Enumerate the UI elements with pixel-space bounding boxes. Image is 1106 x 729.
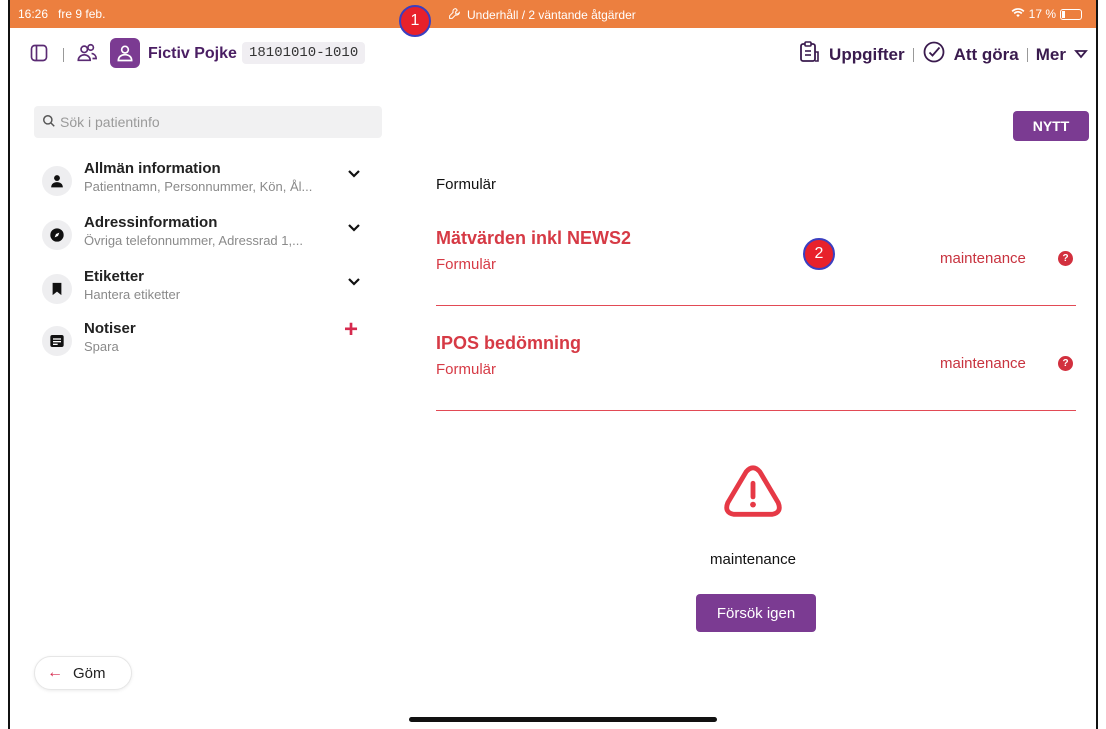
add-notice-button[interactable]: + — [344, 316, 358, 344]
compass-icon — [42, 220, 72, 250]
sidebar-item-subtitle: Övriga telefonnummer, Adressrad 1,... — [84, 233, 303, 248]
status-date: fre 9 feb. — [58, 7, 106, 21]
hide-sidebar-button[interactable]: ← Göm — [34, 656, 132, 690]
annotation-marker: 1 — [399, 5, 431, 37]
header-divider — [63, 48, 64, 62]
help-icon[interactable]: ? — [1058, 356, 1073, 371]
person-icon — [42, 166, 72, 196]
sidebar-item-title: Etiketter — [84, 268, 145, 285]
status-bar: 16:26 fre 9 feb. Underhåll / 2 väntande … — [10, 0, 1096, 28]
group-icon[interactable] — [74, 40, 100, 66]
status-right: 17 % — [1011, 7, 1082, 21]
form-subtitle: Formulär — [436, 256, 497, 273]
tasks-link[interactable]: Uppgifter — [829, 45, 905, 65]
warning-icon — [724, 465, 782, 517]
sidebar-item-subtitle: Patientnamn, Personnummer, Kön, Ål... — [84, 179, 313, 194]
patient-id: 18101010-1010 — [242, 42, 366, 64]
sidebar-toggle-icon[interactable] — [26, 40, 52, 66]
patient-name[interactable]: Fictiv Pojke — [148, 45, 237, 63]
sidebar-item-title: Notiser — [84, 320, 136, 337]
form-status: maintenance — [940, 250, 1026, 267]
search-icon — [42, 114, 56, 131]
chevron-down-icon[interactable] — [346, 166, 362, 182]
maintenance-text: Underhåll / 2 väntande åtgärder — [467, 8, 636, 22]
home-indicator[interactable] — [409, 717, 717, 722]
form-subtitle: Formulär — [436, 361, 497, 378]
sidebar-item-title: Allmän information — [84, 160, 221, 177]
clipboard-icon[interactable] — [797, 40, 821, 69]
form-row[interactable]: Mätvärden inkl NEWS2 Formulär maintenanc… — [436, 228, 1076, 306]
note-icon — [42, 326, 72, 356]
wifi-icon — [1011, 7, 1025, 21]
wrench-icon — [448, 7, 461, 23]
new-form-button[interactable]: NYTT — [1013, 111, 1089, 141]
todo-link[interactable]: Att göra — [954, 45, 1019, 65]
header-divider — [1026, 47, 1028, 62]
sidebar-item-labels[interactable]: Etiketter Hantera etiketter — [34, 268, 374, 318]
header-actions: Uppgifter Att göra Mer — [797, 40, 1088, 69]
app-header: Fictiv Pojke 18101010-1010 Uppgifter Att… — [10, 28, 1096, 86]
form-title: Mätvärden inkl NEWS2 — [436, 228, 632, 248]
battery-icon — [1060, 8, 1082, 20]
bookmark-icon — [42, 274, 72, 304]
arrow-left-icon: ← — [47, 664, 63, 681]
app-frame: 16:26 fre 9 feb. Underhåll / 2 väntande … — [8, 0, 1098, 729]
sidebar-item-title: Adressinformation — [84, 214, 218, 231]
header-divider — [912, 47, 914, 62]
form-row[interactable]: IPOS bedömning Formulär maintenance ? — [436, 333, 1076, 411]
sidebar-item-address-info[interactable]: Adressinformation Övriga telefonnummer, … — [34, 214, 374, 264]
form-status: maintenance — [940, 355, 1026, 372]
form-title: IPOS bedömning — [436, 333, 582, 353]
search-placeholder: Sök i patientinfo — [60, 114, 160, 130]
retry-button[interactable]: Försök igen — [696, 594, 816, 632]
caret-down-icon[interactable] — [1074, 45, 1088, 65]
patient-avatar[interactable] — [110, 38, 140, 68]
sidebar-item-notices[interactable]: Notiser Spara + — [34, 316, 374, 370]
more-menu[interactable]: Mer — [1036, 45, 1066, 65]
error-message: maintenance — [710, 551, 796, 568]
chevron-down-icon[interactable] — [346, 220, 362, 236]
chevron-down-icon[interactable] — [346, 274, 362, 290]
sidebar-item-general-info[interactable]: Allmän information Patientnamn, Personnu… — [34, 160, 374, 210]
annotation-marker: 2 — [803, 238, 835, 270]
maintenance-banner[interactable]: Underhåll / 2 väntande åtgärder — [448, 7, 636, 23]
status-time: 16:26 — [18, 7, 49, 21]
check-circle-icon[interactable] — [922, 40, 946, 69]
sidebar-item-subtitle: Hantera etiketter — [84, 287, 181, 302]
sidebar-item-subtitle: Spara — [84, 339, 119, 354]
help-icon[interactable]: ? — [1058, 251, 1073, 266]
section-title: Formulär — [436, 176, 497, 193]
battery-percent: 17 % — [1028, 7, 1056, 21]
hide-label: Göm — [73, 664, 106, 682]
patient-search-input[interactable]: Sök i patientinfo — [34, 106, 382, 138]
status-time-date: 16:26 fre 9 feb. — [18, 7, 105, 21]
